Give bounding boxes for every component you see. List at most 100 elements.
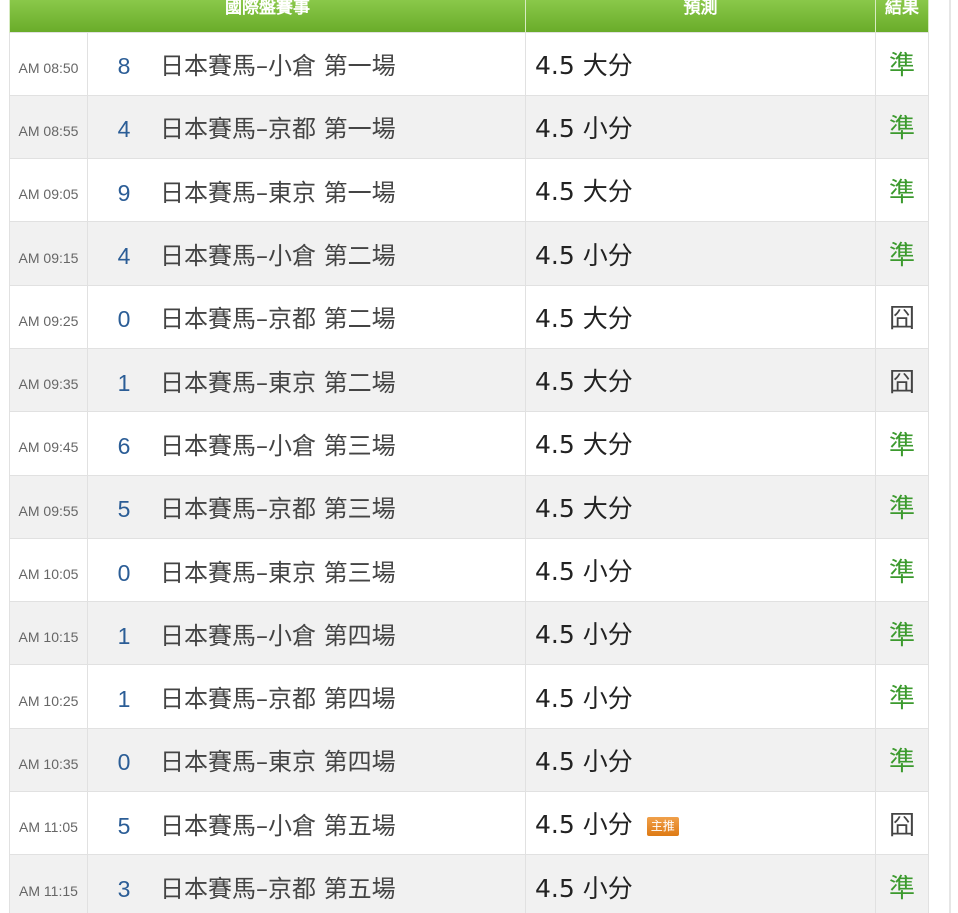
race-number: 1 <box>117 686 131 713</box>
column-header-prediction-label: 預測 <box>683 0 718 18</box>
race-number: 5 <box>117 496 131 523</box>
result-hit: 準 <box>875 94 929 160</box>
race-name: 日本賽馬–京都 第三場 <box>160 495 396 524</box>
race-number: 4 <box>117 116 131 143</box>
table-row[interactable]: AM 10:35 0 日本賽馬–東京 第四場 4.5 小分 準 <box>9 727 929 793</box>
race-name: 日本賽馬–京都 第二場 <box>160 305 396 334</box>
match-time: AM 09:45 <box>9 411 88 476</box>
match-event: 3 日本賽馬–京都 第五場 <box>87 854 526 913</box>
prediction-text: 4.5 大分 <box>535 493 633 523</box>
match-time: AM 09:55 <box>9 474 88 539</box>
match-event: 4 日本賽馬–小倉 第二場 <box>87 221 526 286</box>
result-miss: 囧 <box>875 347 929 413</box>
prediction-cell: 4.5 大分 <box>525 158 876 223</box>
result-hit: 準 <box>875 664 929 729</box>
result-miss: 囧 <box>875 791 929 856</box>
result-hit: 準 <box>875 537 929 603</box>
prediction-text: 4.5 小分 <box>535 746 633 776</box>
table-header-row: 國際盤賽事 預測 結果 <box>9 0 929 32</box>
race-number: 0 <box>117 306 131 333</box>
table-row[interactable]: AM 10:05 0 日本賽馬–東京 第三場 4.5 小分 準 <box>9 537 929 603</box>
result-hit: 準 <box>875 221 929 286</box>
prediction-cell: 4.5 大分 <box>525 411 876 476</box>
prediction-cell: 4.5 小分 主推 <box>525 791 876 856</box>
result-hit: 準 <box>875 474 929 539</box>
table-row[interactable]: AM 10:15 1 日本賽馬–小倉 第四場 4.5 小分 準 <box>9 601 929 666</box>
race-number: 1 <box>117 622 131 649</box>
race-name: 日本賽馬–小倉 第二場 <box>160 242 396 271</box>
table-row[interactable]: AM 09:45 6 日本賽馬–小倉 第三場 4.5 大分 準 <box>9 411 929 476</box>
result-hit: 準 <box>875 411 929 476</box>
match-event: 5 日本賽馬–京都 第三場 <box>87 474 526 539</box>
match-event: 0 日本賽馬–東京 第三場 <box>87 537 526 603</box>
race-number: 4 <box>117 243 131 270</box>
race-number: 5 <box>117 812 131 839</box>
prediction-text: 4.5 小分 <box>535 240 633 270</box>
prediction-text: 4.5 小分 <box>535 810 633 840</box>
race-name: 日本賽馬–東京 第一場 <box>160 178 396 207</box>
prediction-cell: 4.5 小分 <box>525 601 876 666</box>
prediction-text: 4.5 大分 <box>535 303 633 333</box>
match-time: AM 09:05 <box>9 158 88 223</box>
prediction-cell: 4.5 小分 <box>525 221 876 286</box>
result-hit: 準 <box>875 727 929 793</box>
page: 國際盤賽事 預測 結果 AM 08:50 8 日本賽馬–小倉 第一場 4.5 大分準 A… <box>0 0 958 913</box>
race-name: 日本賽馬–小倉 第四場 <box>160 621 396 650</box>
race-name: 日本賽馬–東京 第四場 <box>160 748 396 777</box>
result-hit: 準 <box>875 158 929 223</box>
prediction-cell: 4.5 小分 <box>525 664 876 729</box>
prediction-text: 4.5 小分 <box>535 873 633 903</box>
match-event: 1 日本賽馬–東京 第二場 <box>87 347 526 413</box>
table-row[interactable]: AM 09:55 5 日本賽馬–京都 第三場 4.5 大分 準 <box>9 474 929 539</box>
column-header-event: 國際盤賽事 <box>9 0 526 32</box>
result-hit: 準 <box>875 601 929 666</box>
match-time: AM 10:35 <box>9 727 88 793</box>
race-number: 0 <box>117 749 131 776</box>
race-name: 日本賽馬–京都 第四場 <box>160 685 396 714</box>
race-name: 日本賽馬–東京 第二場 <box>160 368 396 397</box>
table-row[interactable]: AM 08:55 4 日本賽馬–京都 第一場 4.5 小分 準 <box>9 94 929 160</box>
race-name: 日本賽馬–京都 第一場 <box>160 115 396 144</box>
prediction-cell: 4.5 小分 <box>525 537 876 603</box>
prediction-text: 4.5 小分 <box>535 620 633 650</box>
match-event: 1 日本賽馬–京都 第四場 <box>87 664 526 729</box>
match-event: 0 日本賽馬–京都 第二場 <box>87 284 526 349</box>
race-name: 日本賽馬–京都 第五場 <box>160 875 396 903</box>
featured-badge: 主推 <box>646 817 679 837</box>
prediction-text: 4.5 大分 <box>535 430 633 460</box>
match-time: AM 11:15 <box>9 854 88 913</box>
match-event: 5 日本賽馬–小倉 第五場 <box>87 791 526 856</box>
prediction-text: 4.5 小分 <box>535 557 633 587</box>
prediction-cell: 4.5 小分 <box>525 727 876 793</box>
prediction-text: 4.5 小分 <box>535 113 633 143</box>
table-row[interactable]: AM 10:25 1 日本賽馬–京都 第四場 4.5 小分 準 <box>9 664 929 729</box>
prediction-text: 4.5 大分 <box>535 50 633 80</box>
table-row[interactable]: AM 11:05 5 日本賽馬–小倉 第五場 4.5 小分 主推囧 <box>9 791 929 856</box>
table-row[interactable]: AM 09:35 1 日本賽馬–東京 第二場 4.5 大分 囧 <box>9 347 929 413</box>
column-header-prediction: 預測 <box>525 0 876 32</box>
match-event: 0 日本賽馬–東京 第四場 <box>87 727 526 793</box>
table-row[interactable]: AM 09:05 9 日本賽馬–東京 第一場 4.5 大分 準 <box>9 158 929 223</box>
prediction-table: 國際盤賽事 預測 結果 AM 08:50 8 日本賽馬–小倉 第一場 4.5 大分準 A… <box>9 0 929 913</box>
race-number: 1 <box>117 369 131 396</box>
match-time: AM 09:35 <box>9 347 88 413</box>
column-header-result: 結果 <box>875 0 929 32</box>
match-event: 6 日本賽馬–小倉 第三場 <box>87 411 526 476</box>
scrollbar-track[interactable] <box>949 0 951 913</box>
match-time: AM 10:15 <box>9 601 88 666</box>
prediction-text: 4.5 大分 <box>535 367 633 397</box>
prediction-cell: 4.5 大分 <box>525 31 876 96</box>
match-time: AM 08:50 <box>9 31 88 96</box>
prediction-text: 4.5 小分 <box>535 683 633 713</box>
prediction-cell: 4.5 小分 <box>525 854 876 913</box>
match-time: AM 11:05 <box>9 791 88 856</box>
column-header-result-label: 結果 <box>885 0 919 18</box>
race-name: 日本賽馬–小倉 第三場 <box>160 431 396 460</box>
table-row[interactable]: AM 09:15 4 日本賽馬–小倉 第二場 4.5 小分 準 <box>9 221 929 286</box>
match-event: 4 日本賽馬–京都 第一場 <box>87 94 526 160</box>
prediction-cell: 4.5 大分 <box>525 474 876 539</box>
table-row[interactable]: AM 08:50 8 日本賽馬–小倉 第一場 4.5 大分 準 <box>9 31 929 96</box>
table-row[interactable]: AM 09:25 0 日本賽馬–京都 第二場 4.5 大分 囧 <box>9 284 929 349</box>
table-row[interactable]: AM 11:15 3 日本賽馬–京都 第五場 4.5 小分 準 <box>9 854 929 913</box>
race-number: 3 <box>117 876 131 902</box>
